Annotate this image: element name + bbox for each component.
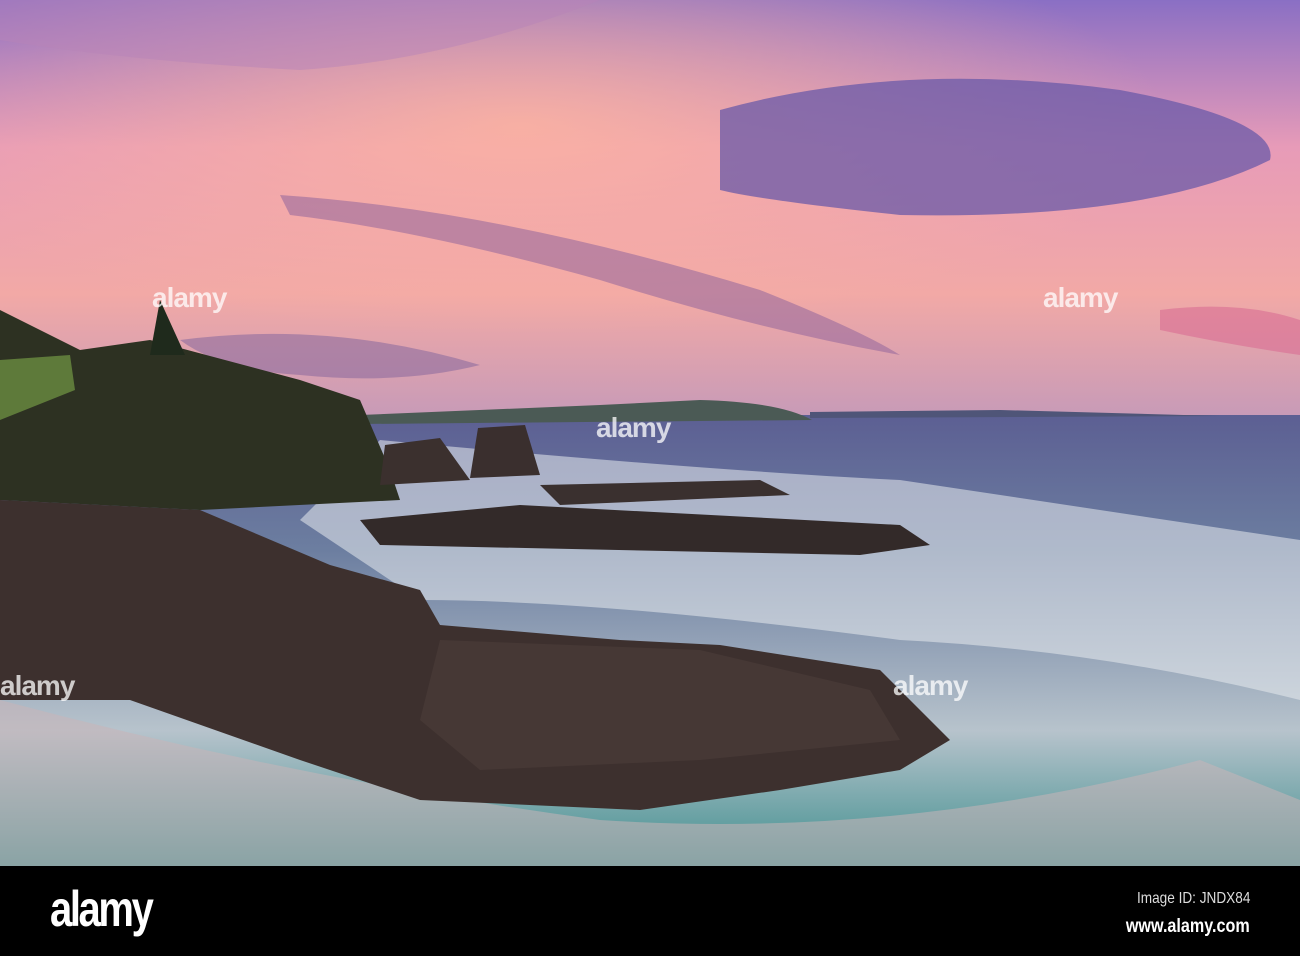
image-id: Image ID: JNDX84 bbox=[1136, 890, 1250, 907]
footer-bar: alamy Image ID: JNDX84 www.alamy.com bbox=[0, 866, 1300, 956]
watermark-logo: alamy bbox=[152, 282, 227, 313]
site-url: www.alamy.com bbox=[1126, 916, 1250, 937]
alamy-logo: alamy bbox=[50, 881, 154, 937]
watermark-logo: alamy bbox=[0, 670, 75, 701]
watermark-logo: alamy bbox=[596, 412, 671, 443]
watermark-logo: alamy bbox=[893, 670, 968, 701]
watermark-logo: alamy bbox=[1043, 282, 1118, 313]
